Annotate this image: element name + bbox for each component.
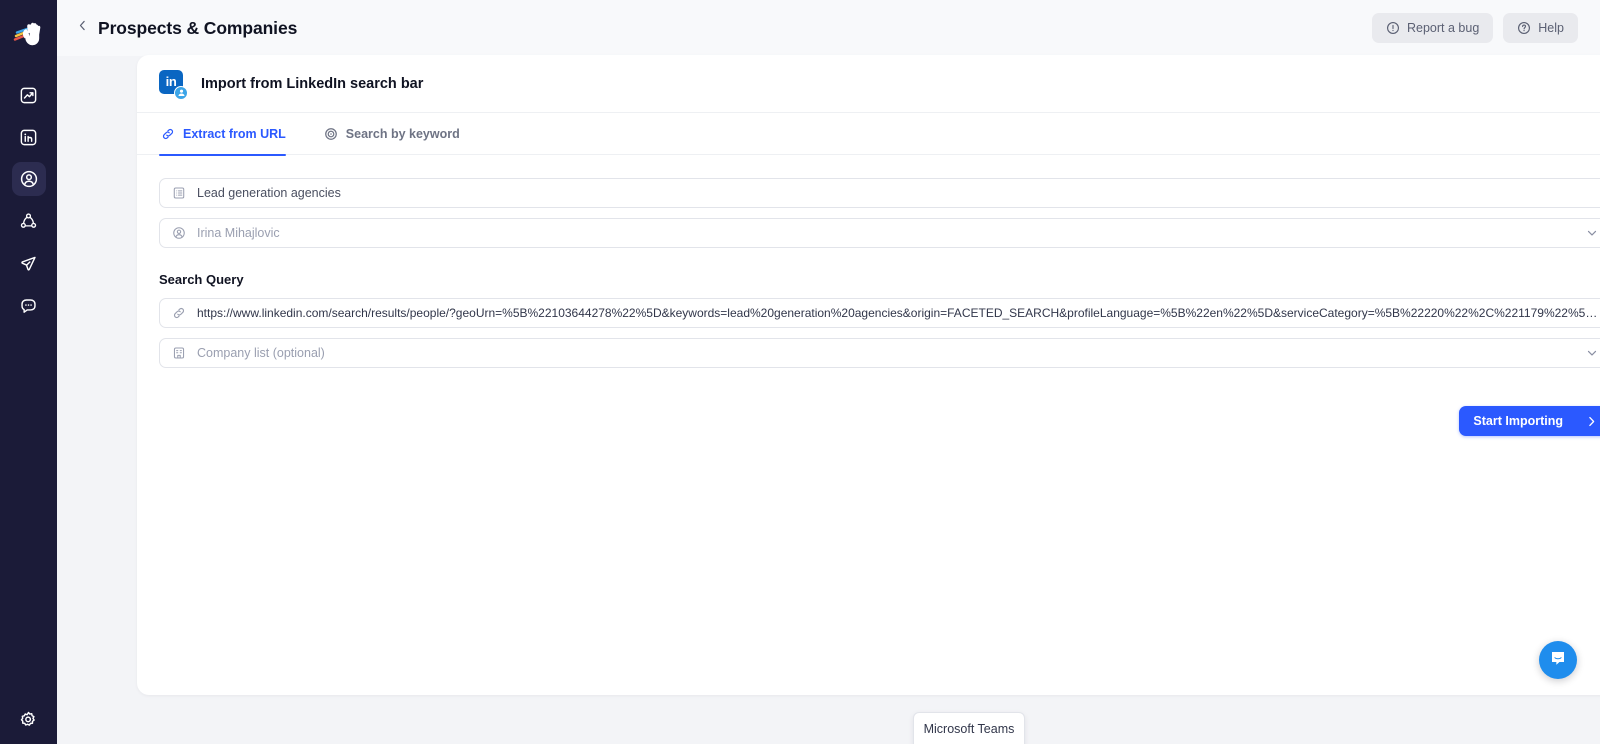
person-circle-icon bbox=[19, 169, 39, 189]
main-region: Prospects & Companies Report a bug Help … bbox=[57, 0, 1600, 744]
user-circle-icon bbox=[172, 226, 186, 240]
start-importing-label: Start Importing bbox=[1473, 414, 1563, 428]
info-circle-icon bbox=[1386, 21, 1400, 35]
list-name-value: Lead generation agencies bbox=[197, 186, 341, 200]
linkedin-icon bbox=[19, 128, 38, 147]
card-title: Import from LinkedIn search bar bbox=[201, 75, 424, 92]
tab-label: Extract from URL bbox=[183, 127, 286, 141]
building-icon bbox=[172, 346, 186, 360]
gear-icon bbox=[19, 710, 38, 734]
tab-label: Search by keyword bbox=[345, 127, 460, 141]
app-root: Prospects & Companies Report a bug Help … bbox=[0, 0, 1600, 744]
sidebar-item-linkedin[interactable] bbox=[12, 120, 46, 154]
sidebar-item-messages[interactable] bbox=[12, 288, 46, 322]
page-title: Prospects & Companies bbox=[98, 17, 298, 38]
tab-extract-from-url[interactable]: Extract from URL bbox=[159, 113, 300, 156]
company-list-placeholder: Company list (optional) bbox=[197, 346, 325, 360]
card-header: in Import from LinkedIn search bar bbox=[137, 55, 1600, 113]
back-button[interactable] bbox=[71, 17, 93, 39]
sidebar-settings[interactable] bbox=[0, 710, 57, 734]
search-query-value: https://www.linkedin.com/search/results/… bbox=[197, 306, 1599, 320]
sidebar-item-analytics[interactable] bbox=[12, 78, 46, 112]
tab-search-by-keyword[interactable]: Search by keyword bbox=[322, 113, 474, 155]
person-badge-icon bbox=[174, 85, 188, 100]
owner-value: Irina Mihajlovic bbox=[197, 226, 280, 240]
link-icon bbox=[172, 306, 186, 320]
import-card: in Import from LinkedIn search bar Extra… bbox=[137, 55, 1600, 695]
surfe-logo[interactable] bbox=[10, 14, 48, 52]
network-share-icon bbox=[19, 212, 38, 231]
help-button[interactable]: Help bbox=[1503, 13, 1578, 43]
list-name-field[interactable]: Lead generation agencies bbox=[159, 178, 1600, 208]
teams-toast-label: Microsoft Teams bbox=[923, 722, 1015, 736]
chart-trend-icon bbox=[19, 86, 38, 105]
question-circle-icon bbox=[1517, 21, 1531, 35]
sidebar-nav bbox=[11, 78, 46, 322]
sidebar-item-network[interactable] bbox=[12, 204, 46, 238]
sidebar-item-prospects[interactable] bbox=[11, 162, 46, 196]
target-icon bbox=[324, 127, 338, 141]
card-tabs: Extract from URL Search by keyword bbox=[137, 113, 1600, 156]
intercom-launcher[interactable] bbox=[1539, 641, 1577, 679]
chevron-left-icon bbox=[76, 19, 89, 37]
card-actions: Start Importing bbox=[159, 406, 1600, 436]
help-label: Help bbox=[1538, 21, 1564, 35]
owner-select[interactable]: Irina Mihajlovic bbox=[159, 218, 1600, 248]
report-bug-button[interactable]: Report a bug bbox=[1372, 13, 1494, 43]
linkedin-person-icon: in bbox=[159, 69, 188, 100]
paper-plane-icon bbox=[19, 254, 38, 273]
chevron-down-icon[interactable] bbox=[1585, 226, 1599, 240]
microsoft-teams-toast[interactable]: Microsoft Teams bbox=[913, 712, 1025, 744]
sidebar bbox=[0, 0, 57, 744]
card-body: Lead generation agencies Irina Mihajlovi… bbox=[137, 155, 1600, 436]
intercom-chat-icon bbox=[1548, 648, 1568, 673]
chevron-down-icon[interactable] bbox=[1585, 346, 1599, 360]
list-icon bbox=[172, 186, 186, 200]
chevron-right-icon bbox=[1585, 415, 1598, 428]
topbar: Prospects & Companies Report a bug Help bbox=[57, 0, 1600, 56]
search-query-label: Search Query bbox=[159, 272, 244, 287]
link-icon bbox=[161, 127, 175, 141]
search-query-input[interactable]: https://www.linkedin.com/search/results/… bbox=[159, 298, 1600, 328]
chat-bubble-icon bbox=[19, 296, 38, 315]
sidebar-item-campaigns[interactable] bbox=[12, 246, 46, 280]
report-bug-label: Report a bug bbox=[1407, 21, 1480, 35]
company-list-select[interactable]: Company list (optional) bbox=[159, 338, 1600, 368]
start-importing-button[interactable]: Start Importing bbox=[1459, 406, 1600, 436]
